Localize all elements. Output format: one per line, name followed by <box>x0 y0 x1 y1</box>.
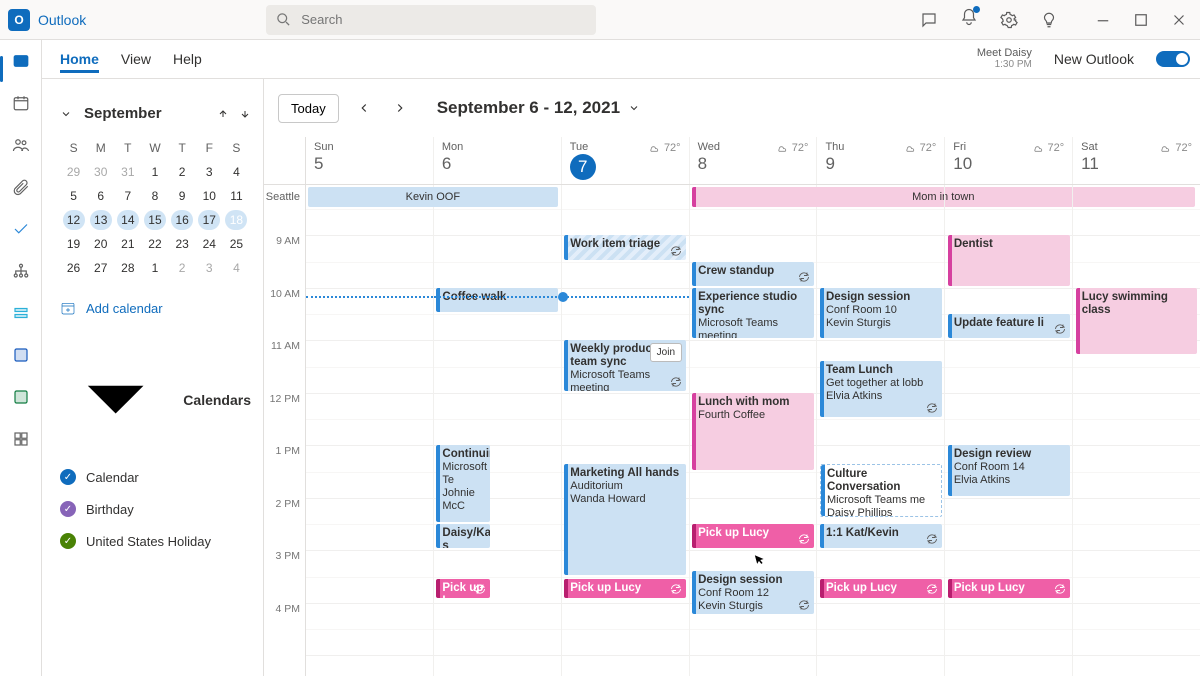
rail-orgchart-icon[interactable] <box>12 262 30 280</box>
chat-icon[interactable] <box>920 11 938 29</box>
calendar-plus-icon <box>60 300 76 316</box>
calendar-item[interactable]: Birthday <box>60 501 251 517</box>
calendar-event[interactable]: Weekly product team syncMicrosoft Teams … <box>564 340 686 391</box>
rail-indicator <box>0 56 3 82</box>
settings-icon[interactable] <box>1000 11 1018 29</box>
calendar-event[interactable]: Lunch with momFourth Coffee <box>692 393 814 470</box>
tips-icon[interactable] <box>1040 11 1058 29</box>
calendar-event[interactable]: Experience studio syncMicrosoft Teams me… <box>692 288 814 339</box>
mini-calendar[interactable]: SMTWTFS293031123456789101112131415161718… <box>60 136 250 280</box>
calendar-event[interactable]: Dentist <box>948 235 1070 286</box>
today-button[interactable]: Today <box>278 94 339 123</box>
title-bar: Outlook <box>0 0 1200 40</box>
search-icon <box>276 12 291 27</box>
day-headers: Sun5Mon6Tue772°Wed872°Thu972°Fri1072°Sat… <box>264 137 1200 185</box>
rail-word-icon[interactable] <box>12 346 30 364</box>
window-maximize-icon[interactable] <box>1132 11 1150 29</box>
ribbon: Home View Help Meet Daisy 1:30 PM New Ou… <box>0 40 1200 79</box>
rail-mail-icon[interactable] <box>12 52 30 70</box>
day-header[interactable]: Fri1072° <box>945 137 1073 184</box>
allday-row: Seattle Kevin OOFMom in town <box>264 185 1200 209</box>
tab-view[interactable]: View <box>121 45 151 73</box>
chevron-down-icon <box>628 102 640 114</box>
calendar-event[interactable]: ContinuingMicrosoft TeJohnie McC <box>436 445 489 522</box>
rail-todo-icon[interactable] <box>12 220 30 238</box>
new-outlook-toggle[interactable] <box>1156 51 1190 67</box>
window-close-icon[interactable] <box>1170 11 1188 29</box>
calendar-item[interactable]: United States Holiday <box>60 533 251 549</box>
calendar-event[interactable]: Update feature li <box>948 314 1070 338</box>
day-header[interactable]: Mon6 <box>434 137 562 184</box>
month-prev-icon[interactable] <box>217 108 229 120</box>
chevron-down-icon <box>60 108 72 120</box>
app-name: Outlook <box>38 12 86 28</box>
calendar-event[interactable]: Pick up Lucy <box>564 579 686 598</box>
calendar-event[interactable]: Design reviewConf Room 14Elvia Atkins <box>948 445 1070 496</box>
calendar-list: Calendar Birthday United States Holiday <box>60 469 251 549</box>
calendars-section[interactable]: Calendars <box>60 344 251 455</box>
rail-files-icon[interactable] <box>12 178 30 196</box>
tab-help[interactable]: Help <box>173 45 202 73</box>
calendar-grid[interactable]: 9 AM10 AM11 AM12 PM1 PM2 PM3 PM4 PM Coff… <box>264 209 1200 676</box>
calendar-event[interactable]: Marketing All handsAuditoriumWanda Howar… <box>564 464 686 575</box>
notifications-icon[interactable] <box>960 8 978 31</box>
mini-month-header[interactable]: September <box>60 105 251 122</box>
calendar-main: Today September 6 - 12, 2021 Sun5Mon6Tue… <box>264 79 1200 676</box>
calendar-event[interactable]: Pick up L <box>436 579 489 598</box>
add-calendar-button[interactable]: Add calendar <box>60 300 251 316</box>
rail-more-apps-icon[interactable] <box>12 430 30 448</box>
day-header[interactable]: Tue772° <box>562 137 690 184</box>
calendar-event[interactable]: Daisy/Kat s <box>436 524 489 548</box>
calendar-item[interactable]: Calendar <box>60 469 251 485</box>
calendar-event[interactable]: Pick up Lucy <box>692 524 814 548</box>
mini-month-label: September <box>84 105 162 122</box>
calendar-sidebar: September SMTWTFS29303112345678910111213… <box>42 79 264 676</box>
day-header[interactable]: Wed872° <box>690 137 818 184</box>
day-header[interactable]: Sat1172° <box>1073 137 1200 184</box>
week-next-button[interactable] <box>389 97 411 119</box>
calendar-event[interactable]: Coffee walk <box>436 288 558 312</box>
rail-calendar-icon[interactable] <box>12 94 30 112</box>
new-outlook-label: New Outlook <box>1054 45 1134 73</box>
calendar-event[interactable]: Design sessionConf Room 12Kevin Sturgis <box>692 571 814 614</box>
app-rail <box>0 40 42 676</box>
day-header[interactable]: Sun5 <box>306 137 434 184</box>
month-next-icon[interactable] <box>239 108 251 120</box>
calendar-event[interactable]: Pick up Lucy <box>948 579 1070 598</box>
calendar-toolbar: Today September 6 - 12, 2021 <box>264 79 1200 137</box>
tab-home[interactable]: Home <box>60 45 99 73</box>
calendar-event[interactable]: Lucy swimming class <box>1076 288 1198 354</box>
date-range[interactable]: September 6 - 12, 2021 <box>437 98 640 118</box>
calendar-event[interactable]: Design sessionConf Room 10Kevin Sturgis <box>820 288 942 339</box>
calendar-event[interactable]: Work item triage <box>564 235 686 259</box>
outlook-logo-icon <box>8 9 30 31</box>
calendar-event[interactable]: Culture ConversationMicrosoft Teams meDa… <box>820 464 942 517</box>
calendar-event[interactable]: 1:1 Kat/Kevin <box>820 524 942 548</box>
rail-excel-icon[interactable] <box>12 388 30 406</box>
calendar-event[interactable]: Crew standup <box>692 262 814 286</box>
chevron-down-icon <box>60 344 171 455</box>
join-button[interactable]: Join <box>650 343 682 362</box>
rail-people-icon[interactable] <box>12 136 30 154</box>
calendar-event[interactable]: Pick up Lucy <box>820 579 942 598</box>
window-minimize-icon[interactable] <box>1094 11 1112 29</box>
next-meeting[interactable]: Meet Daisy 1:30 PM <box>977 47 1032 71</box>
search-box[interactable] <box>266 5 596 35</box>
search-input[interactable] <box>301 12 561 27</box>
rail-app1-icon[interactable] <box>12 304 30 322</box>
calendar-event[interactable]: Team LunchGet together at lobbElvia Atki… <box>820 361 942 417</box>
allday-label: Seattle <box>264 185 306 209</box>
week-prev-button[interactable] <box>353 97 375 119</box>
day-header[interactable]: Thu972° <box>817 137 945 184</box>
